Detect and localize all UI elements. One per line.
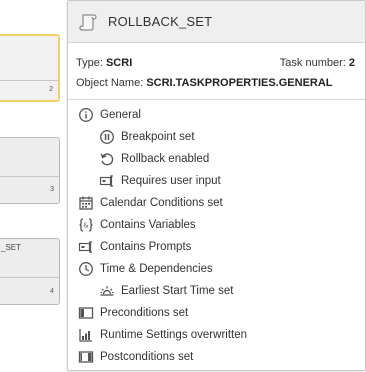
calendar-icon (78, 195, 94, 211)
property-variables: & Contains Variables (68, 214, 365, 236)
property-list: General Breakpoint set Rollback enabled … (68, 100, 365, 368)
property-label: Preconditions set (100, 307, 189, 319)
property-rollback: Rollback enabled (68, 148, 365, 170)
svg-text:&: & (83, 222, 89, 230)
property-postconditions: Postconditions set (68, 346, 365, 368)
property-label: Postconditions set (100, 351, 194, 363)
workflow-task-box[interactable]: _SET 4 (0, 238, 60, 305)
workflow-task-box[interactable]: 3 (0, 137, 60, 204)
property-user-input: Requires user input (68, 170, 365, 192)
script-icon (78, 11, 100, 33)
property-label: Contains Prompts (100, 241, 192, 253)
property-earliest-start: Earliest Start Time set (68, 280, 365, 302)
task-divider (0, 277, 59, 278)
property-time-dependencies: Time & Dependencies (68, 258, 365, 280)
property-breakpoint: Breakpoint set (68, 126, 365, 148)
property-label: Requires user input (121, 175, 221, 187)
tooltip-header: ROLLBACK_SET (68, 1, 365, 43)
task-name: _SET (1, 243, 22, 252)
task-number: 3 (50, 186, 54, 193)
task-number-label: Task number: (279, 57, 346, 69)
task-number: 2 (49, 86, 53, 93)
property-preconditions: Preconditions set (68, 302, 365, 324)
property-label: Rollback enabled (121, 153, 210, 165)
task-number-value: 2 (348, 57, 355, 69)
task-divider (0, 176, 59, 177)
property-calendar: Calendar Conditions set (68, 192, 365, 214)
property-general: General (68, 104, 365, 126)
object-name-label: Object Name: (76, 77, 144, 89)
clock-icon (78, 261, 94, 277)
runtime-settings-icon (78, 327, 94, 343)
type-value: SCRI (105, 57, 133, 69)
variables-icon: & (78, 217, 94, 233)
task-divider (0, 80, 58, 81)
property-label: Runtime Settings overwritten (100, 329, 248, 341)
task-number: 4 (50, 288, 54, 295)
property-prompts: Contains Prompts (68, 236, 365, 258)
postconditions-icon (78, 349, 94, 365)
tooltip-title: ROLLBACK_SET (108, 14, 213, 29)
meta-row-object: Object Name: SCRI.TASKPROPERTIES.GENERAL (76, 73, 355, 93)
prompts-icon (78, 239, 94, 255)
workflow-task-box[interactable]: 2 (0, 34, 60, 102)
preconditions-icon (78, 305, 94, 321)
pause-icon (99, 129, 115, 145)
property-runtime-settings: Runtime Settings overwritten (68, 324, 365, 346)
property-label: General (100, 109, 141, 121)
property-label: Contains Variables (100, 219, 196, 231)
tooltip-meta: Type: SCRI Task number: 2 Object Name: S… (68, 43, 365, 93)
sunrise-icon (99, 283, 115, 299)
task-tooltip: ROLLBACK_SET Type: SCRI Task number: 2 O… (67, 0, 366, 371)
property-label: Calendar Conditions set (100, 197, 223, 209)
property-label: Breakpoint set (121, 131, 195, 143)
property-label: Time & Dependencies (100, 263, 213, 275)
user-input-icon (99, 173, 115, 189)
property-label: Earliest Start Time set (121, 285, 234, 297)
type-label: Type: (76, 57, 103, 69)
rollback-icon (99, 151, 115, 167)
object-name-value: SCRI.TASKPROPERTIES.GENERAL (146, 77, 333, 89)
meta-row-type: Type: SCRI Task number: 2 (76, 53, 355, 73)
info-icon (78, 107, 94, 123)
